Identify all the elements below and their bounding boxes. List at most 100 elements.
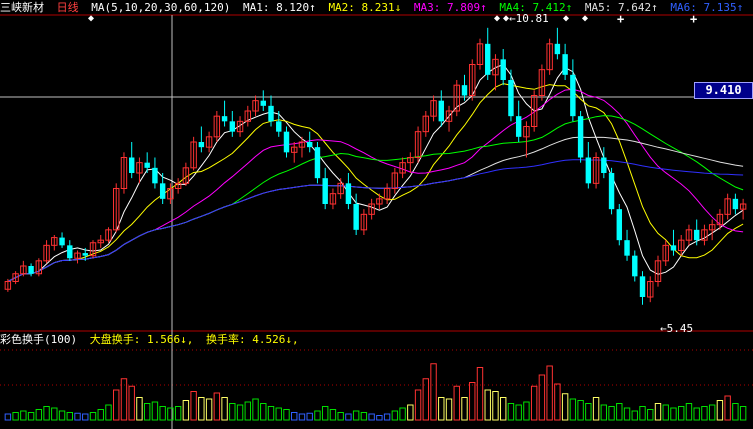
event-marker-icon[interactable]: ◆ [503, 13, 509, 24]
volume-bar [128, 385, 135, 421]
candle-body-down [438, 100, 444, 122]
volume-bar [685, 403, 693, 421]
volume-bar [569, 398, 577, 421]
candle-body-down [82, 253, 88, 256]
candle-body-down [221, 116, 228, 122]
volume-bar [647, 409, 654, 421]
volume-bar [654, 403, 662, 421]
volume-bar [51, 407, 58, 421]
candle-body-down [59, 237, 65, 246]
candle-body-down [198, 142, 205, 148]
volume-bar [74, 412, 81, 421]
volume-bar [662, 404, 669, 421]
candle-body-down [260, 100, 266, 106]
volume-bar [306, 412, 313, 421]
volume-bar [430, 363, 437, 421]
ma3-value: MA3: 7.809↑ [413, 1, 487, 14]
event-marker-icon[interactable]: ◆ [563, 13, 569, 24]
volume-bar [391, 410, 399, 421]
volume-bar [523, 401, 530, 421]
candle-body-down [624, 240, 630, 256]
volume-bar [151, 401, 159, 421]
candle-body-down [554, 43, 561, 55]
candle-body-down [570, 74, 576, 117]
candle-body-down [508, 80, 514, 117]
volume-bar [27, 412, 35, 421]
period-label[interactable]: 日线 [57, 1, 79, 14]
volume-bar [469, 382, 476, 421]
candle-body-down [601, 157, 607, 173]
volume-bar [631, 410, 638, 421]
ma2-line [7, 83, 744, 282]
candle-body-down [632, 255, 638, 277]
chart-header: 三峡新材 日线 MA(5,10,20,30,60,120) MA1: 8.120… [0, 1, 749, 15]
ma3-line [7, 88, 744, 282]
ma-params: MA(5,10,20,30,60,120) [91, 1, 231, 14]
volume-indicator-name[interactable]: 彩色换手(100) [0, 333, 77, 346]
volume-bar [438, 397, 445, 421]
candle-body-down [585, 157, 592, 184]
stock-name[interactable]: 三峡新材 [0, 1, 44, 14]
volume-bar [639, 406, 646, 421]
volume-bar [198, 397, 205, 421]
candle-body-down [515, 116, 522, 137]
volume-bar [616, 403, 623, 421]
volume-bar [461, 397, 468, 421]
volume-bar [159, 406, 166, 421]
volume-bar [492, 391, 499, 421]
volume-bar [708, 404, 716, 421]
candle-body-down [268, 105, 274, 122]
current-price-tag: 9.410 [694, 82, 753, 99]
volume-bar [592, 397, 600, 421]
volume-bar [577, 400, 584, 421]
plus-marker-icon[interactable]: + [690, 12, 697, 26]
plus-marker-icon[interactable]: + [617, 12, 624, 26]
candle-body-down [28, 266, 34, 274]
low-price-label: ←5.45 [660, 322, 694, 335]
volume-bar [360, 412, 368, 421]
volume-bar [561, 393, 569, 421]
candle-body-down [577, 116, 584, 158]
volume-bar [82, 413, 89, 421]
volume-bar [337, 412, 344, 421]
volume-bar [623, 407, 631, 421]
volume-bar [267, 406, 275, 421]
volume-bar [205, 398, 213, 421]
candle-body-down [229, 121, 236, 132]
candle-body-down [345, 183, 352, 204]
volume-bar [484, 389, 491, 421]
event-marker-icon[interactable]: ◆ [582, 13, 588, 24]
volume-bar [236, 404, 244, 421]
volume-bar [244, 401, 252, 421]
volume-bar [585, 403, 592, 421]
event-marker-icon[interactable]: ◆ [88, 13, 94, 24]
candle-body-down [485, 43, 491, 75]
candle-body-down [693, 229, 700, 241]
turnover-rate: 换手率: 4.526↓, [205, 333, 299, 346]
candle-body-down [283, 131, 290, 153]
volume-bar [530, 385, 538, 421]
volume-bar [608, 406, 615, 421]
volume-bar [221, 397, 228, 421]
volume-bar [701, 406, 708, 421]
candle-body-down [159, 183, 166, 199]
candle-body-down [314, 147, 321, 179]
volume-bar [190, 391, 197, 421]
volume-bar [678, 406, 685, 421]
volume-bar [321, 406, 329, 421]
volume-bar [35, 409, 43, 421]
kline-chart[interactable] [0, 0, 753, 429]
volume-bar [345, 413, 352, 421]
volume-bar [716, 400, 724, 421]
volume-bar [453, 385, 460, 421]
candle-body-down [500, 59, 506, 80]
volume-bar [600, 404, 608, 421]
volume-bar [252, 398, 259, 421]
volume-bar [298, 413, 306, 421]
volume-bar [58, 410, 66, 421]
volume-bar [97, 409, 104, 421]
volume-bar [693, 407, 700, 421]
volume-bar [283, 409, 290, 421]
event-marker-icon[interactable]: ◆ [494, 13, 500, 24]
volume-bar [554, 383, 561, 421]
